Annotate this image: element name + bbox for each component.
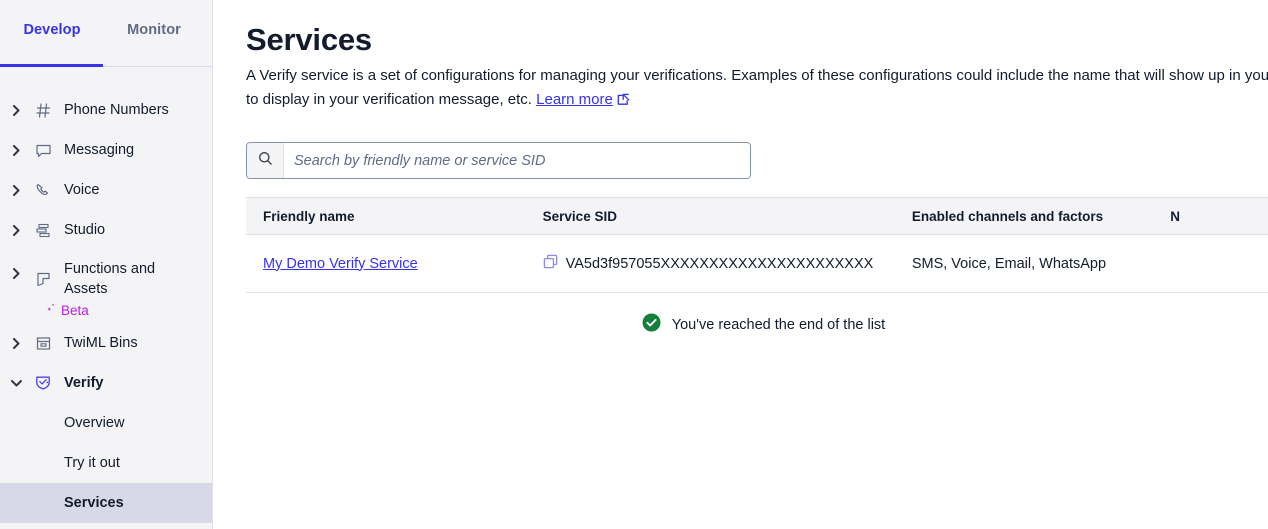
sidebar-item-label: Voice [64, 182, 100, 198]
tab-monitor-label: Monitor [127, 22, 181, 38]
verify-shield-icon [32, 372, 54, 394]
sidebar: Develop Monitor Phone Numbers Messaging … [0, 0, 213, 529]
sid-wrapper: VA5d3f957055XXXXXXXXXXXXXXXXXXXXXX [543, 254, 912, 272]
chevron-right-icon [8, 144, 24, 156]
sid-text: VA5d3f957055XXXXXXXXXXXXXXXXXXXXXX [565, 255, 874, 272]
cell-service-sid: VA5d3f957055XXXXXXXXXXXXXXXXXXXXXX [543, 254, 912, 272]
sidebar-item-services[interactable]: Services [0, 483, 212, 523]
table-header-row: Friendly name Service SID Enabled channe… [246, 197, 1268, 235]
sidebar-item-label: TwiML Bins [64, 335, 138, 351]
sidebar-subitem-label: Try it out [64, 455, 120, 471]
sidebar-item-try-it-out[interactable]: Try it out [0, 443, 212, 483]
service-link[interactable]: My Demo Verify Service [263, 256, 418, 272]
cell-friendly-name: My Demo Verify Service [246, 256, 543, 272]
description-line-1: A Verify service is a set of configurati… [246, 67, 1268, 84]
sidebar-item-messaging[interactable]: Messaging [0, 130, 212, 170]
end-of-list: You've reached the end of the list [246, 313, 1268, 337]
external-link-icon[interactable] [617, 90, 630, 114]
sidebar-item-phone-numbers[interactable]: Phone Numbers [0, 90, 212, 130]
functions-icon [32, 268, 54, 290]
twiml-bin-icon [32, 332, 54, 354]
sidebar-item-twiml-bins[interactable]: TwiML Bins [0, 323, 212, 363]
sidebar-item-label: Verify [64, 375, 104, 391]
sidebar-item-overview[interactable]: Overview [0, 403, 212, 443]
sidebar-nav: Phone Numbers Messaging Voice Studio Fun… [0, 67, 212, 523]
chevron-right-icon [8, 184, 24, 196]
sidebar-subitem-label: Overview [64, 415, 125, 431]
chat-bubble-icon [32, 139, 54, 161]
studio-flow-icon [32, 219, 54, 241]
sidebar-item-label: Functions and Assets [64, 261, 156, 297]
sidebar-item-label: Studio [64, 222, 106, 238]
tab-develop[interactable]: Develop [22, 22, 82, 54]
app-root: Develop Monitor Phone Numbers Messaging … [0, 0, 1268, 529]
page-description: A Verify service is a set of configurati… [246, 64, 1268, 114]
services-table: Friendly name Service SID Enabled channe… [246, 197, 1268, 293]
search-icon [258, 151, 273, 171]
sidebar-item-voice[interactable]: Voice [0, 170, 212, 210]
chevron-right-icon [8, 268, 24, 279]
sidebar-item-studio[interactable]: Studio [0, 210, 212, 250]
sidebar-tabs: Develop Monitor [0, 0, 212, 67]
chevron-right-icon [8, 337, 24, 349]
main-content: Services A Verify service is a set of co… [213, 0, 1268, 529]
tab-develop-label: Develop [23, 22, 81, 38]
tab-active-indicator [0, 64, 103, 67]
sidebar-item-verify[interactable]: Verify [0, 363, 212, 403]
search-bar[interactable] [246, 142, 751, 179]
sidebar-subitem-label: Services [64, 495, 124, 511]
phone-icon [32, 179, 54, 201]
column-header-enabled-channels: Enabled channels and factors [911, 208, 1104, 224]
column-header-truncated: N [1170, 208, 1180, 224]
column-header-friendly-name: Friendly name [263, 208, 355, 224]
chevron-right-icon [8, 104, 24, 116]
end-of-list-text: You've reached the end of the list [671, 317, 886, 333]
sidebar-item-label: Phone Numbers [64, 102, 169, 118]
chevron-right-icon [8, 224, 24, 236]
search-button[interactable] [247, 143, 284, 178]
hash-icon [32, 99, 54, 121]
learn-more-link[interactable]: Learn more [536, 91, 613, 108]
chevron-down-icon [8, 379, 24, 387]
column-header-service-sid: Service SID [542, 208, 617, 224]
table-row[interactable]: My Demo Verify Service VA5d3f957055XXXXX… [246, 235, 1268, 293]
description-line-2: to display in your verification message,… [246, 91, 532, 108]
sidebar-item-label: Messaging [64, 142, 135, 158]
copy-icon[interactable] [543, 254, 559, 270]
tab-monitor[interactable]: Monitor [124, 22, 184, 54]
description-line-2-wrap: to display in your verification message,… [246, 88, 1268, 114]
cell-enabled-channels: SMS, Voice, Email, WhatsApp [911, 255, 1107, 272]
search-input[interactable] [284, 143, 750, 178]
sidebar-item-functions-and-assets[interactable]: Functions and Assets [0, 250, 212, 308]
page-title: Services [246, 22, 372, 57]
check-circle-icon [642, 313, 661, 337]
